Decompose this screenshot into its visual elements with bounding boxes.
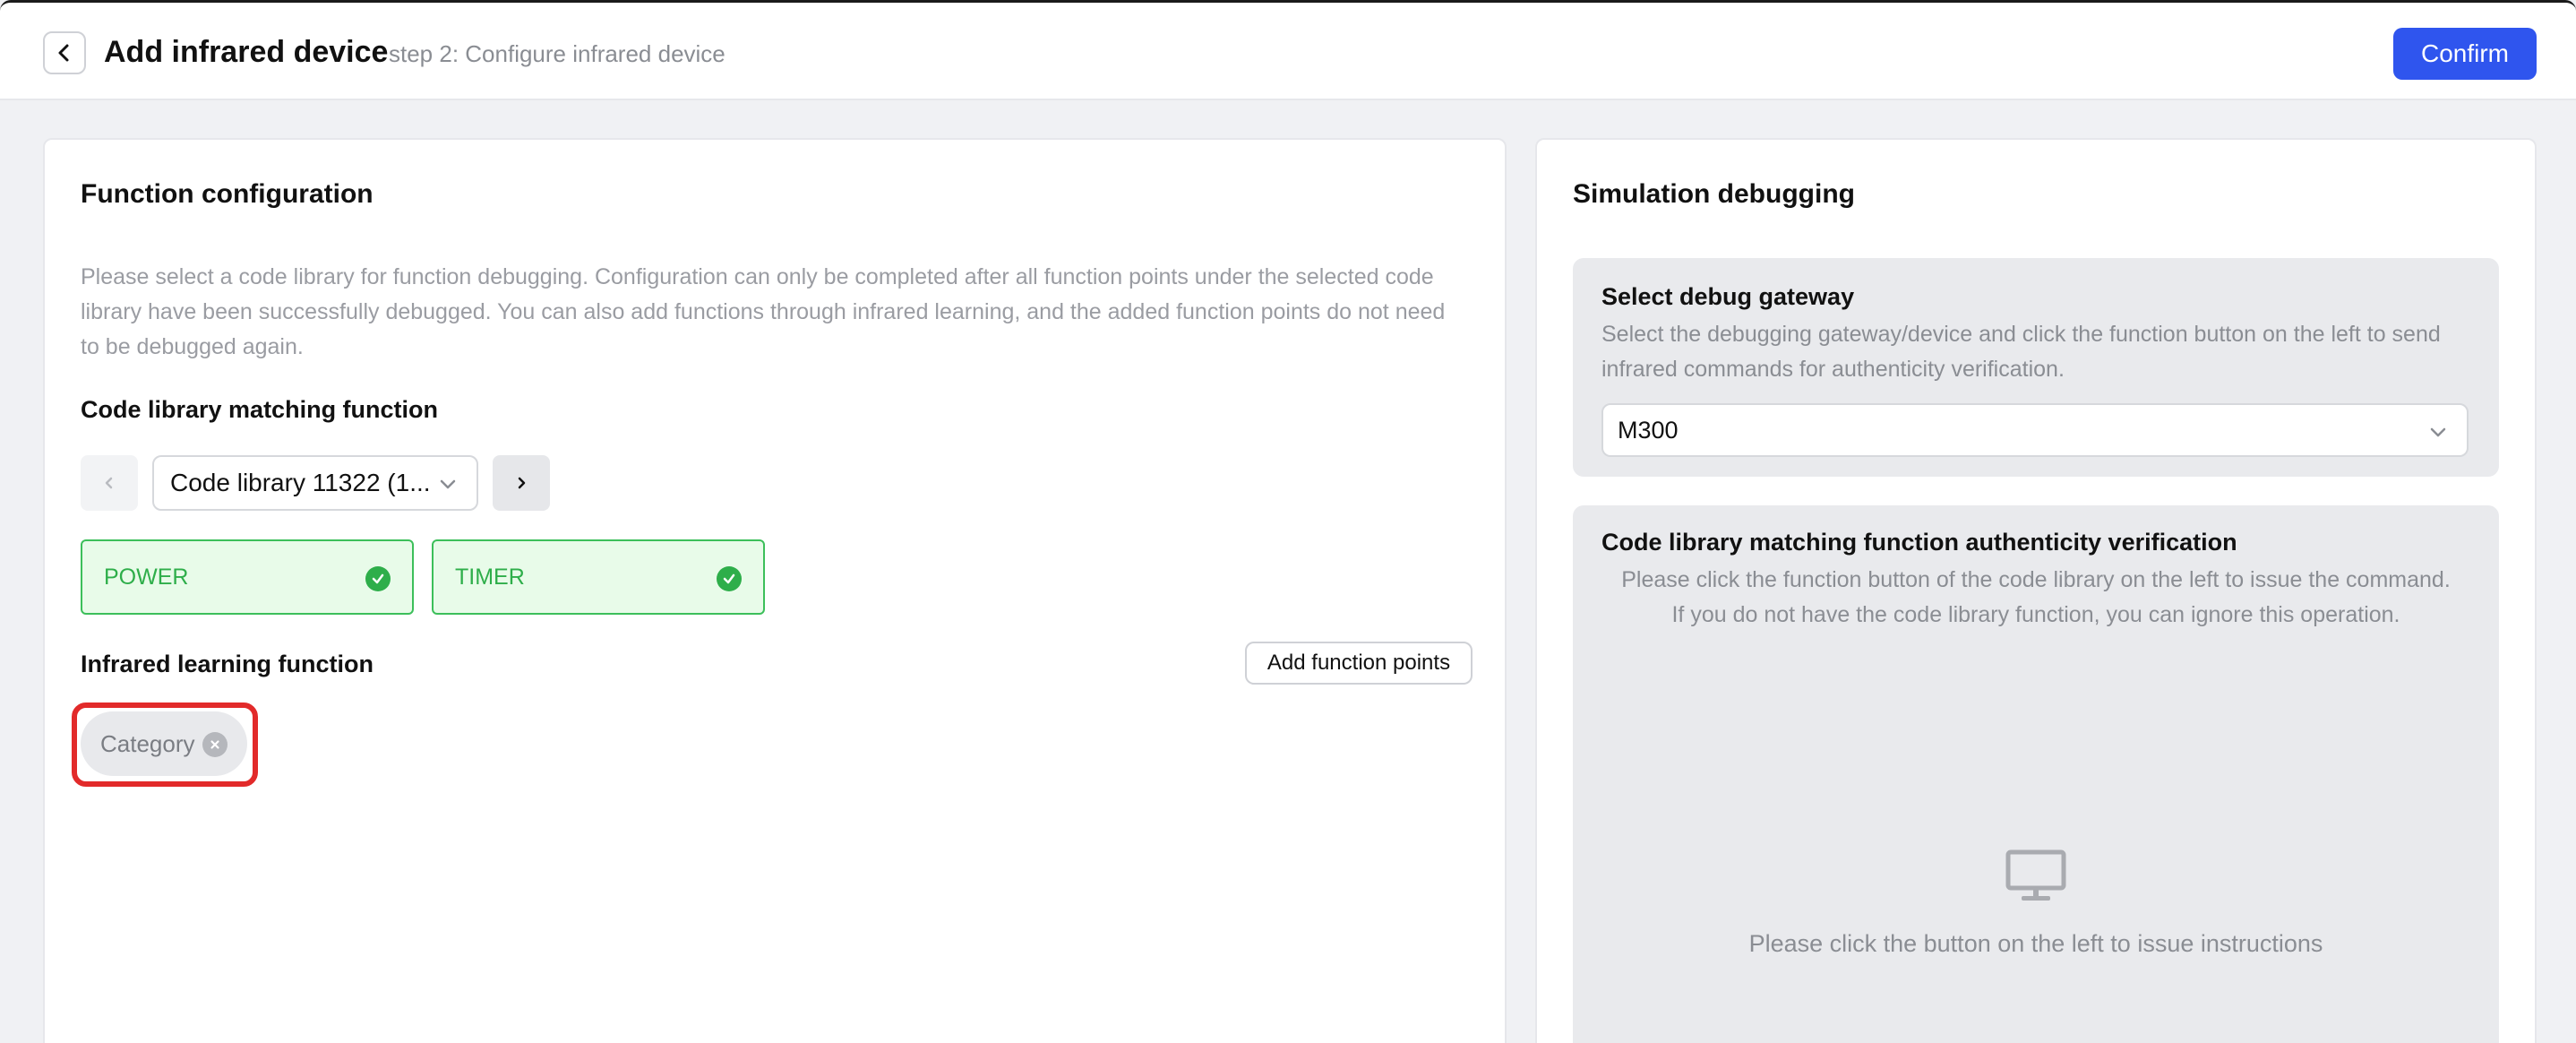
verification-title: Code library matching function authentic… <box>1601 529 2237 556</box>
simulation-debugging-panel: Simulation debugging Select debug gatewa… <box>1535 138 2537 1043</box>
header-bar: Add infrared device step 2: Configure in… <box>0 0 2576 100</box>
function-point-label: POWER <box>104 564 189 590</box>
description-line: Select the debugging gateway/device and … <box>1601 322 2441 347</box>
page-subtitle: step 2: Configure infrared device <box>389 40 726 67</box>
chevron-left-icon <box>58 44 69 62</box>
add-function-points-button[interactable]: Add function points <box>1245 642 1473 685</box>
tag-label: Category <box>100 729 195 757</box>
code-library-section-title: Code library matching function <box>81 396 439 423</box>
debug-gateway-select[interactable]: M300 <box>1601 403 2469 457</box>
chevron-down-icon <box>440 479 456 489</box>
monitor-icon <box>2005 849 2066 908</box>
chevron-down-icon <box>2430 427 2446 437</box>
description-line: to be debugged again. <box>81 334 304 359</box>
code-library-select[interactable]: Code library 11322 (1... <box>152 455 478 511</box>
hint-line: If you do not have the code library func… <box>1671 602 2400 627</box>
confirm-button[interactable]: Confirm <box>2393 28 2537 80</box>
hint-line: Please click the function button of the … <box>1621 567 2451 592</box>
gateway-value: M300 <box>1618 416 1679 444</box>
prev-library-button[interactable] <box>81 455 138 511</box>
close-circle-icon[interactable] <box>202 732 228 757</box>
verification-block: Code library matching function authentic… <box>1573 505 2499 1043</box>
chevron-left-icon <box>105 477 113 489</box>
check-circle-icon <box>365 566 391 591</box>
back-button[interactable] <box>43 31 86 74</box>
chevron-right-icon <box>518 477 526 489</box>
debug-gateway-title: Select debug gateway <box>1601 283 1855 310</box>
code-library-value: Code library 11322 (1... <box>170 469 431 496</box>
description-line: Please select a code library for functio… <box>81 264 1434 289</box>
debug-gateway-block: Select debug gateway Select the debuggin… <box>1573 258 2499 477</box>
function-config-title: Function configuration <box>81 179 374 209</box>
simulation-title: Simulation debugging <box>1573 179 1855 209</box>
check-circle-icon <box>717 566 742 591</box>
description-line: library have been successfully debugged.… <box>81 299 1446 324</box>
page-title: Add infrared device <box>104 35 389 69</box>
learned-function-tag[interactable]: Category <box>81 711 247 776</box>
function-point-timer[interactable]: TIMER <box>432 539 765 615</box>
debug-gateway-description: Select the debugging gateway/device and … <box>1601 317 2488 387</box>
description-line: infrared commands for authenticity verif… <box>1601 357 2065 382</box>
function-point-power[interactable]: POWER <box>81 539 414 615</box>
empty-state-message: Please click the button on the left to i… <box>1748 930 2323 957</box>
function-config-description: Please select a code library for functio… <box>81 260 1478 365</box>
next-library-button[interactable] <box>493 455 550 511</box>
function-point-label: TIMER <box>455 564 525 590</box>
function-configuration-panel: Function configuration Please select a c… <box>43 138 1507 1043</box>
verification-hint: Please click the function button of the … <box>1573 563 2499 633</box>
infrared-learning-title: Infrared learning function <box>81 651 374 677</box>
